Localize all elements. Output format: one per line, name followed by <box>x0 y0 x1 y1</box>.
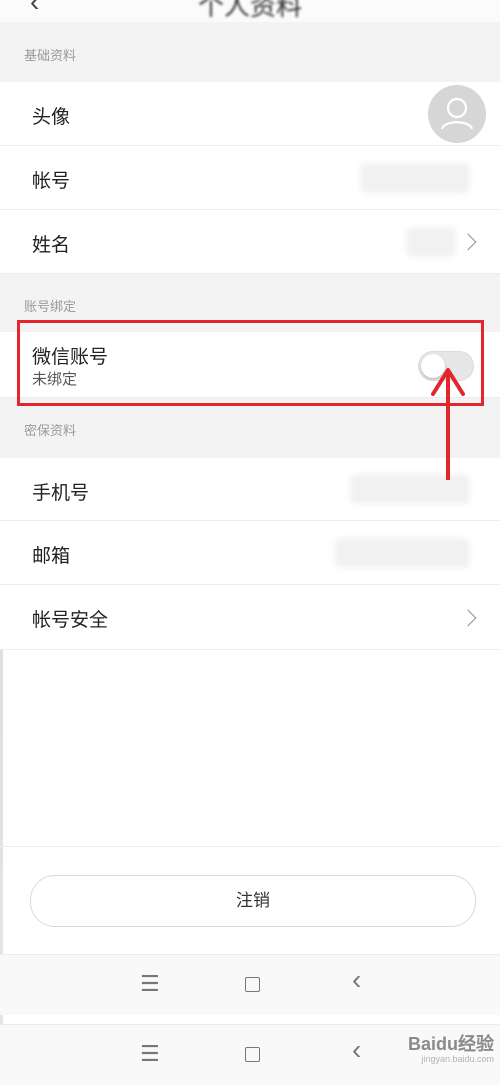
chevron-right-icon <box>459 609 477 627</box>
row-name[interactable]: 姓名 <box>0 210 500 274</box>
row-account-security[interactable]: 帐号安全 <box>0 585 500 650</box>
watermark: Baidu经验 jingyan.baidu.com <box>408 1030 494 1064</box>
row-account: 帐号 <box>0 146 500 210</box>
logout-divider <box>0 846 500 847</box>
section-header-basic: 基础资料 <box>0 22 500 82</box>
back-nav-icon[interactable]: ‹ <box>352 1036 361 1064</box>
row-email: 邮箱 <box>0 521 500 585</box>
row-avatar[interactable]: 头像 <box>0 82 500 146</box>
back-nav-icon[interactable]: ‹ <box>352 966 361 994</box>
row-label-name: 姓名 <box>32 235 71 256</box>
page-title: 个人资料 <box>197 0 302 21</box>
account-value-redacted <box>360 163 470 193</box>
chevron-right-icon <box>459 233 477 251</box>
title-bar: ‹ 个人资料 <box>0 0 500 22</box>
avatar[interactable] <box>428 85 486 143</box>
logout-button[interactable]: 注销 <box>30 875 476 927</box>
row-label-account-security: 帐号安全 <box>32 610 109 631</box>
home-icon[interactable] <box>245 1047 260 1062</box>
home-icon[interactable] <box>245 977 260 992</box>
email-value-redacted <box>335 538 470 568</box>
watermark-url: jingyan.baidu.com <box>421 1054 494 1064</box>
annotation-highlight-box <box>17 320 484 406</box>
row-label-account: 帐号 <box>32 171 71 192</box>
user-placeholder-icon <box>440 97 474 130</box>
annotation-arrow-icon <box>431 368 465 480</box>
system-nav-bar: ☰ ‹ <box>0 954 500 1015</box>
menu-icon[interactable]: ☰ <box>140 973 160 995</box>
menu-icon[interactable]: ☰ <box>140 1043 160 1065</box>
watermark-brand: Baidu经验 <box>407 1034 494 1054</box>
row-label-phone: 手机号 <box>32 483 90 504</box>
name-value-redacted <box>406 227 456 257</box>
row-label-avatar: 头像 <box>32 107 71 128</box>
row-label-email: 邮箱 <box>32 546 71 567</box>
